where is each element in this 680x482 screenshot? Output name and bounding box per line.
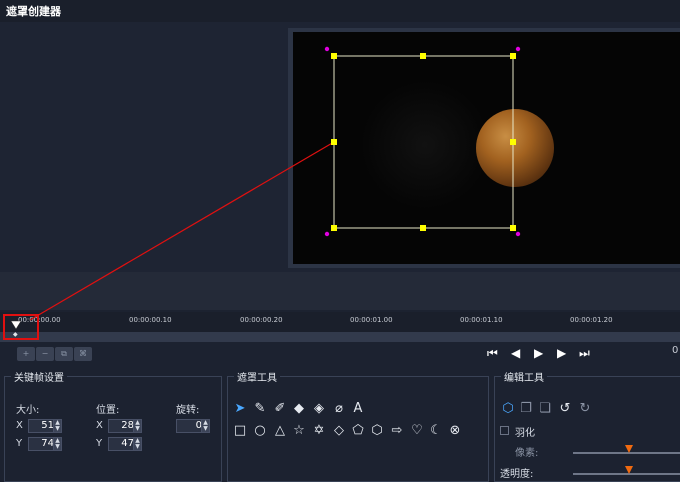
size-x-label: X bbox=[16, 420, 23, 431]
tick-label: 00:00:00.10 bbox=[129, 316, 172, 324]
text-icon[interactable]: A bbox=[350, 401, 366, 417]
size-y-stepper[interactable]: ▲ ▼ bbox=[53, 437, 62, 451]
timeline-toolbar bbox=[0, 342, 680, 366]
duplicate-icon[interactable]: ❐ bbox=[518, 401, 534, 417]
paste-keyframe-icon[interactable]: ⌘ bbox=[74, 347, 92, 361]
arrow-shape-icon[interactable]: ⇨ bbox=[389, 423, 405, 439]
smart-eraser-icon[interactable]: ◈ bbox=[311, 401, 327, 417]
go-to-start-icon[interactable]: ⏮ bbox=[487, 346, 498, 360]
next-frame-icon[interactable]: ▶ bbox=[557, 346, 566, 360]
clear-icon[interactable]: ⊗ bbox=[447, 423, 463, 439]
remove-keyframe-icon[interactable]: − bbox=[36, 347, 54, 361]
rectangle-icon[interactable]: □ bbox=[232, 423, 248, 439]
eraser-icon[interactable]: ◆ bbox=[291, 401, 307, 417]
workspace-lower-band bbox=[0, 272, 680, 310]
tick-label: 00:00:01.10 bbox=[460, 316, 503, 324]
pos-y-stepper[interactable]: ▲ ▼ bbox=[133, 437, 142, 451]
pos-x-stepper[interactable]: ▲ ▼ bbox=[133, 419, 142, 433]
pos-y-label: Y bbox=[96, 438, 103, 449]
add-keyframe-icon[interactable]: + bbox=[17, 347, 35, 361]
play-icon[interactable]: ▶ bbox=[534, 346, 543, 360]
merge-icon[interactable]: ❏ bbox=[537, 401, 553, 417]
previous-frame-icon[interactable]: ◀ bbox=[511, 346, 520, 360]
redo-icon[interactable]: ↻ bbox=[577, 401, 593, 417]
size-x-stepper[interactable]: ▲ ▼ bbox=[53, 419, 62, 433]
size-label: 大小: bbox=[16, 405, 40, 416]
window-title: 遮罩创建器 bbox=[6, 5, 61, 18]
pos-x-label: X bbox=[96, 420, 103, 431]
panel-title: 遮罩工具 bbox=[234, 369, 280, 384]
position-label: 位置: bbox=[96, 405, 120, 416]
triangle-icon[interactable]: △ bbox=[272, 423, 288, 439]
undo-icon[interactable]: ↺ bbox=[557, 401, 573, 417]
timeline-ruler[interactable]: 00:00:00.00 00:00:00.10 00:00:00.20 00:0… bbox=[0, 312, 680, 332]
rotation-label: 旋转: bbox=[176, 405, 200, 416]
select-arrow-icon[interactable]: ➤ bbox=[232, 401, 248, 417]
diamond-icon[interactable]: ◇ bbox=[331, 423, 347, 439]
feather-label: 羽化 bbox=[515, 428, 535, 439]
copy-keyframe-icon[interactable]: ⧉ bbox=[55, 347, 73, 361]
star-icon[interactable]: ☆ bbox=[291, 423, 307, 439]
timeline-track[interactable] bbox=[0, 332, 680, 342]
edit-points-icon[interactable]: ⬡ bbox=[500, 401, 516, 417]
playhead-highlight bbox=[3, 314, 39, 340]
crescent-icon[interactable]: ☾ bbox=[428, 423, 444, 439]
pentagon-icon[interactable]: ⬠ bbox=[350, 423, 366, 439]
time-readout: 0 bbox=[672, 345, 679, 356]
panel-title: 编辑工具 bbox=[501, 369, 547, 384]
panel-title: 关键帧设置 bbox=[11, 369, 67, 384]
star-mask-ghost bbox=[360, 80, 490, 210]
opacity-slider-thumb[interactable] bbox=[624, 466, 633, 474]
rotation-stepper[interactable]: ▲ ▼ bbox=[201, 419, 210, 433]
smart-brush-icon[interactable]: ✐ bbox=[272, 401, 288, 417]
tick-label: 00:00:00.20 bbox=[240, 316, 283, 324]
heart-icon[interactable]: ♡ bbox=[409, 423, 425, 439]
brush-icon[interactable]: ✎ bbox=[252, 401, 268, 417]
pixel-label: 像素: bbox=[515, 448, 539, 459]
title-bar: 遮罩创建器 bbox=[0, 0, 680, 22]
feather-checkbox[interactable] bbox=[500, 426, 509, 435]
lasso-icon[interactable]: ⌀ bbox=[331, 401, 347, 417]
go-to-end-icon[interactable]: ⏭ bbox=[579, 346, 590, 360]
tick-label: 00:00:01.00 bbox=[350, 316, 393, 324]
tick-label: 00:00:01.20 bbox=[570, 316, 613, 324]
size-y-label: Y bbox=[16, 438, 23, 449]
hexagon-icon[interactable]: ⬡ bbox=[369, 423, 385, 439]
feather-slider-thumb[interactable] bbox=[624, 445, 633, 453]
six-point-star-icon[interactable]: ✡ bbox=[311, 423, 327, 439]
ellipse-icon[interactable]: ○ bbox=[252, 423, 268, 439]
moon-image bbox=[476, 109, 554, 187]
opacity-label: 透明度: bbox=[500, 469, 534, 480]
